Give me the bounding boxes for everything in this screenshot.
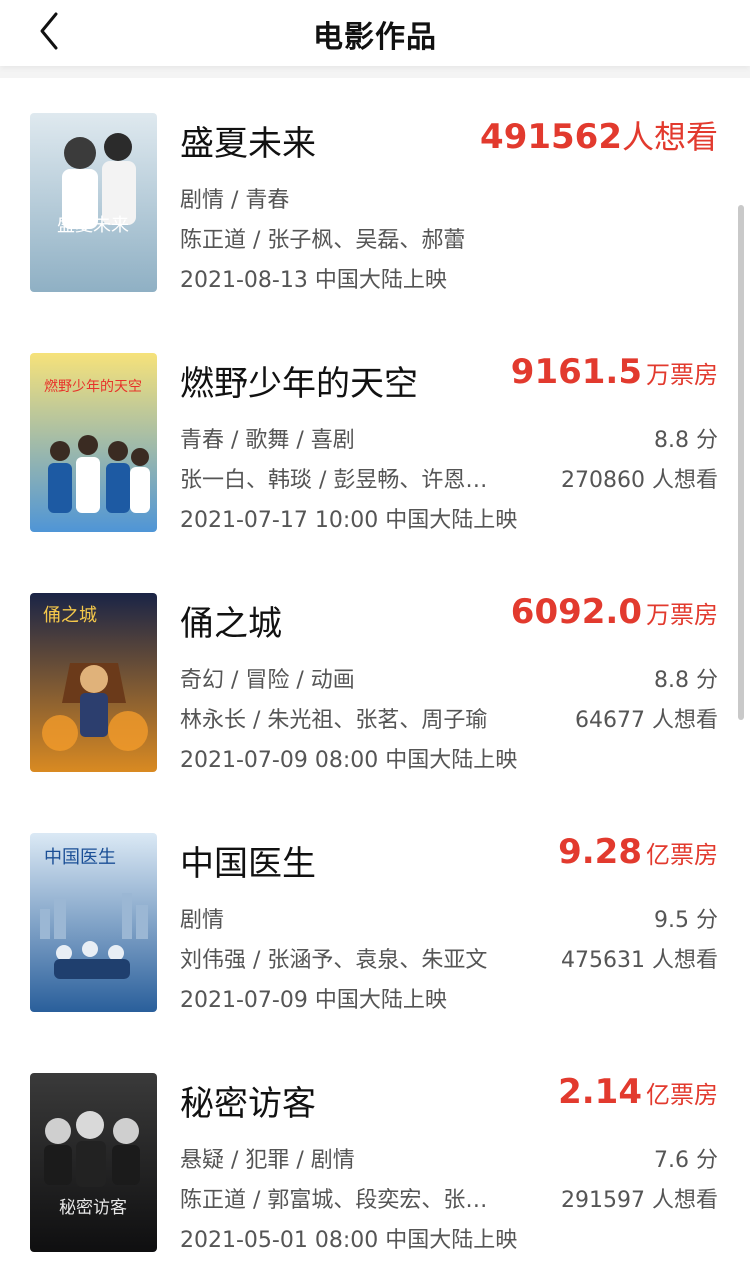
movie-card[interactable]: 盛夏未来 盛夏未来 491562人想看 剧情 / 青春 陈正道 / 张子枫、吴磊… <box>0 78 750 318</box>
movie-score: 9.5 分 <box>654 908 718 933</box>
movie-card[interactable]: 中国医生 中国医生 9.28 亿票房 剧情 刘伟强 / 张涵予、袁泉、朱亚文 20… <box>0 798 750 1038</box>
movie-people: 刘伟强 / 张涵予、袁泉、朱亚文 <box>180 948 488 973</box>
movie-people: 张一白、韩琰 / 彭昱畅、许恩… <box>180 468 488 493</box>
release-date: 2021-07-09 08:00 中国大陆上映 <box>180 748 518 773</box>
release-date: 2021-05-01 08:00 中国大陆上映 <box>180 1228 518 1253</box>
poster-title: 燃野少年的天空 <box>44 378 142 395</box>
movie-card[interactable]: 燃野少年的天空 燃野少年的天空 9161.5 万票房 青春 / 歌舞 / 喜剧 张… <box>0 318 750 558</box>
metric-unit: 亿票房 <box>646 841 718 869</box>
box-office: 6092.0 万票房 <box>511 592 718 632</box>
movie-poster[interactable]: 盛夏未来 <box>30 113 157 292</box>
poster-title: 中国医生 <box>44 847 116 868</box>
want-to-see-count: 491562人想看 <box>480 112 718 158</box>
metric-number: 9.28 <box>558 832 642 872</box>
movie-title[interactable]: 中国医生 <box>180 836 316 885</box>
movie-genres: 剧情 <box>180 908 225 933</box>
movie-card[interactable]: 秘密访客 秘密访客 2.14 亿票房 悬疑 / 犯罪 / 剧情 陈正道 / 郭富城… <box>0 1038 750 1278</box>
release-date: 2021-07-09 中国大陆上映 <box>180 988 447 1013</box>
scrollbar[interactable] <box>738 205 744 720</box>
metric-number: 9161.5 <box>510 352 642 392</box>
movie-people: 林永长 / 朱光祖、张茗、周子瑜 <box>180 708 488 733</box>
metric-number: 491562 <box>480 117 622 157</box>
want-to-see-count: 291597 人想看 <box>561 1188 718 1213</box>
top-bar: 电影作品 <box>0 0 750 66</box>
poster-title: 俑之城 <box>43 605 97 626</box>
movie-list[interactable]: 盛夏未来 盛夏未来 491562人想看 剧情 / 青春 陈正道 / 张子枫、吴磊… <box>0 78 750 1280</box>
box-office: 2.14 亿票房 <box>558 1072 718 1112</box>
metric-unit: 万票房 <box>646 601 718 629</box>
metric-unit: 亿票房 <box>646 1081 718 1109</box>
movie-score: 8.8 分 <box>654 428 718 453</box>
movie-score: 7.6 分 <box>654 1148 718 1173</box>
poster-title: 秘密访客 <box>59 1198 127 1218</box>
movie-people: 陈正道 / 张子枫、吴磊、郝蕾 <box>180 228 466 253</box>
movie-poster[interactable]: 俑之城 <box>30 593 157 772</box>
movie-title[interactable]: 盛夏未来 <box>180 116 316 165</box>
want-to-see-count: 475631 人想看 <box>561 948 718 973</box>
movie-card[interactable]: 俑之城 俑之城 6092.0 万票房 奇幻 / 冒险 / 动画 林永长 / 朱光祖… <box>0 558 750 798</box>
movie-poster[interactable]: 燃野少年的天空 <box>30 353 157 532</box>
release-date: 2021-07-17 10:00 中国大陆上映 <box>180 508 518 533</box>
movie-genres: 悬疑 / 犯罪 / 剧情 <box>180 1148 355 1173</box>
poster-title: 盛夏未来 <box>57 215 129 236</box>
want-to-see-count: 270860 人想看 <box>561 468 718 493</box>
movie-poster[interactable]: 中国医生 <box>30 833 157 1012</box>
release-date: 2021-08-13 中国大陆上映 <box>180 268 447 293</box>
movie-title[interactable]: 燃野少年的天空 <box>180 356 418 405</box>
metric-unit: 万票房 <box>646 361 718 389</box>
movie-title[interactable]: 俑之城 <box>180 596 282 645</box>
metric-unit: 人想看 <box>621 118 718 156</box>
movie-genres: 剧情 / 青春 <box>180 188 290 213</box>
page-title: 电影作品 <box>313 20 437 55</box>
metric-number: 6092.0 <box>510 592 642 632</box>
movie-score: 8.8 分 <box>654 668 718 693</box>
movie-title[interactable]: 秘密访客 <box>180 1076 316 1125</box>
want-to-see-count: 64677 人想看 <box>575 708 718 733</box>
header-divider <box>0 66 750 78</box>
movie-genres: 奇幻 / 冒险 / 动画 <box>180 668 355 693</box>
movie-people: 陈正道 / 郭富城、段奕宏、张… <box>180 1188 488 1213</box>
box-office: 9.28 亿票房 <box>558 832 718 872</box>
movie-poster[interactable]: 秘密访客 <box>30 1073 157 1252</box>
metric-number: 2.14 <box>558 1072 642 1112</box>
movie-genres: 青春 / 歌舞 / 喜剧 <box>180 428 355 453</box>
box-office: 9161.5 万票房 <box>511 352 718 392</box>
